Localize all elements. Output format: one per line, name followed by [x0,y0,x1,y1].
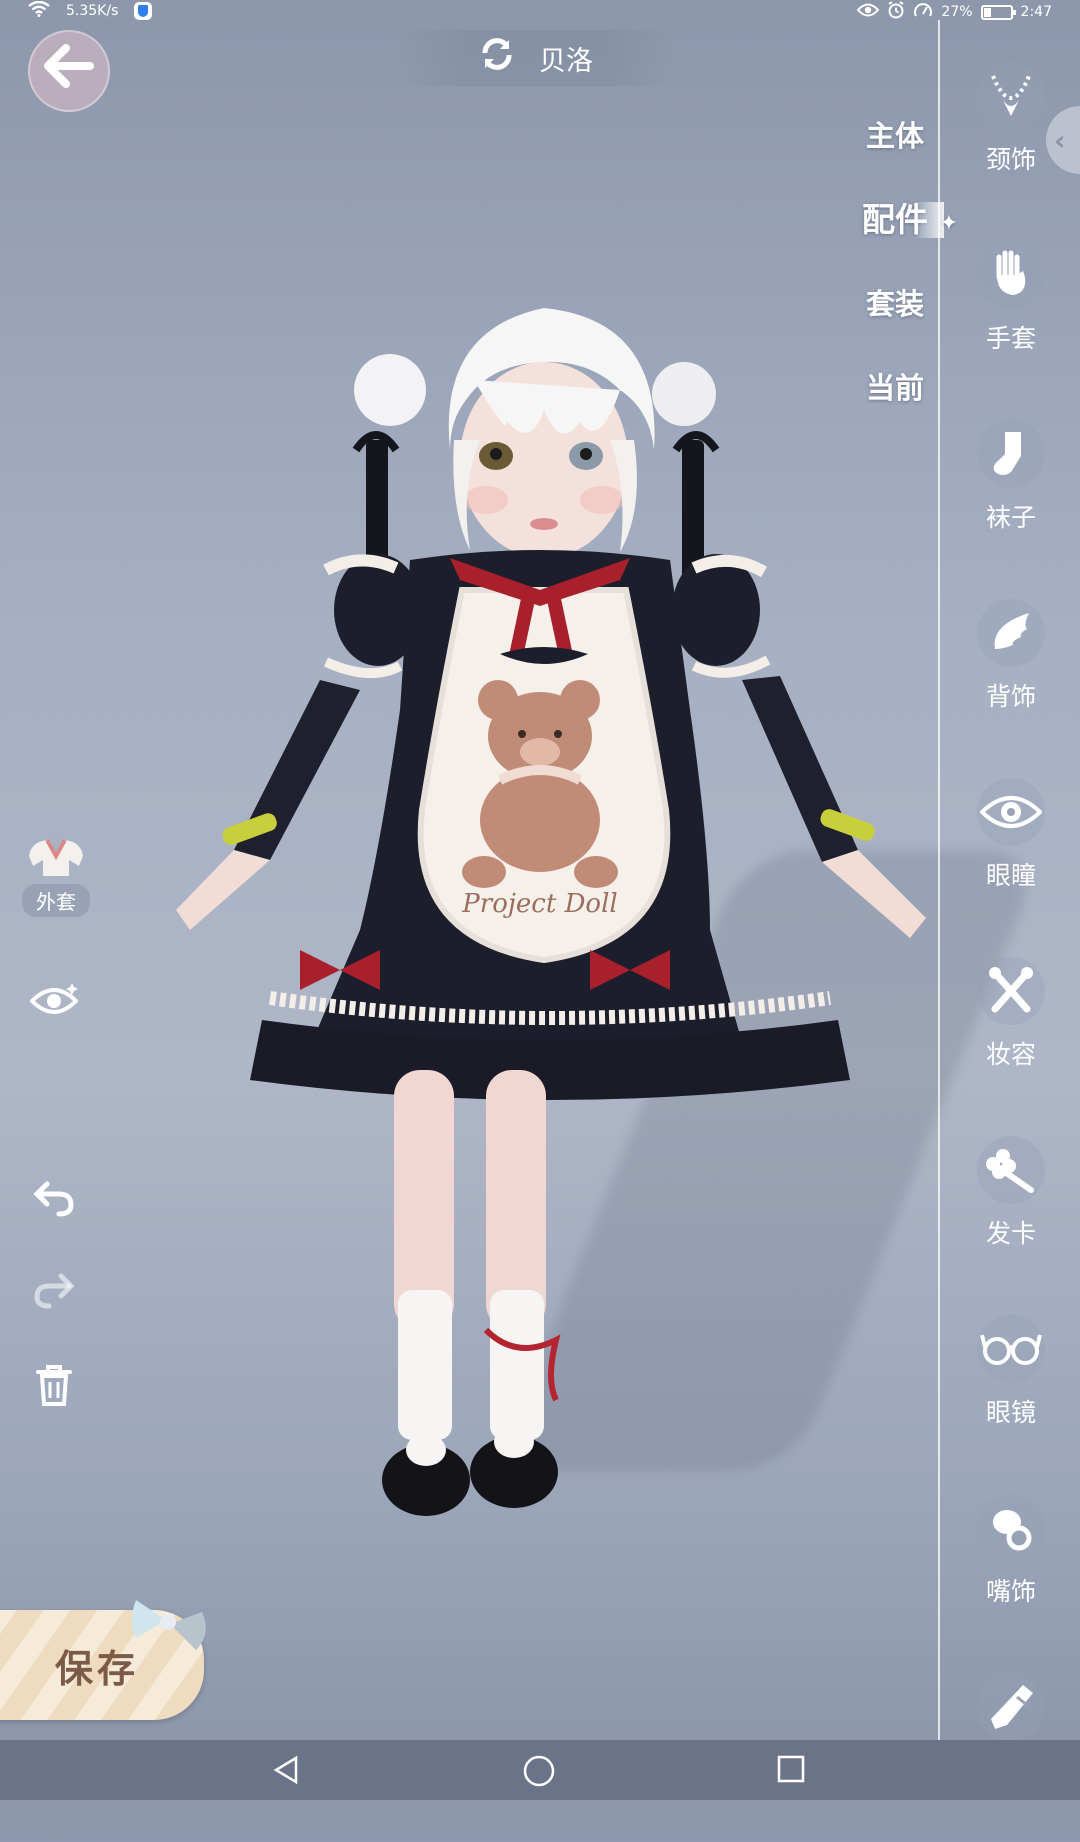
eye-icon [977,778,1045,846]
tab-current[interactable]: 当前 [848,368,942,452]
nav-back-button[interactable] [270,1754,310,1786]
back-button[interactable] [28,30,110,112]
side-item-label: 嘴饰 [985,1577,1036,1606]
nav-recents-button[interactable] [776,1754,816,1786]
status-bar: 5.35K/s 27% 2:47 [0,0,1080,22]
wifi-icon [28,0,50,21]
undo-icon [33,1181,75,1227]
eye-visibility-icon [29,982,79,1026]
refresh-icon [479,36,515,81]
side-item-gloves[interactable]: 手套 [948,231,1074,410]
apron-text: Project Doll [461,889,617,919]
visibility-toggle-button[interactable] [29,982,79,1030]
redo-icon [33,1273,75,1319]
character-name: 贝洛 [539,45,593,77]
side-item-label: 手套 [985,324,1036,353]
side-item-hairpin[interactable]: 发卡 [948,1126,1074,1305]
arm-accessory-icon [977,1673,1045,1741]
character-switch-button[interactable]: 贝洛 [396,30,676,86]
glasses-icon [977,1315,1045,1383]
security-app-icon [134,2,153,20]
undo-button[interactable] [30,1178,78,1226]
side-item-label: 袜子 [985,503,1036,532]
sock-icon [977,420,1045,488]
side-item-socks[interactable]: 袜子 [948,410,1074,589]
trash-icon [34,1365,74,1417]
tab-label: 配件 [862,200,928,239]
tab-label: 主体 [865,119,924,153]
side-item-back-accessory[interactable]: 背饰 [948,589,1074,768]
side-item-necklace[interactable]: 颈饰 [948,52,1074,231]
character-model: Project Doll [150,290,950,1650]
side-item-glasses[interactable]: 眼镜 [948,1305,1074,1484]
side-item-label: 颈饰 [985,145,1036,174]
bow-decoration [126,1594,212,1656]
battery-percent: 27% [941,4,973,20]
system-nav-bar [0,1740,1080,1800]
tab-accessories[interactable]: 配件 ✦ [848,200,958,284]
outerwear-label: 外套 [22,884,90,917]
side-item-pupils[interactable]: 眼瞳 [948,768,1074,947]
side-item-label: 背饰 [985,682,1036,711]
hairpin-icon [977,1136,1045,1204]
delete-button[interactable] [30,1364,78,1412]
panel-divider [938,20,940,1740]
jacket-icon [25,836,87,882]
clock: 2:47 [1020,4,1052,20]
category-tabs: 主体 配件 ✦ 套装 当前 [848,116,958,452]
nav-home-button[interactable] [522,1754,562,1787]
glove-icon [977,241,1045,309]
side-item-label: 眼瞳 [985,861,1036,890]
tab-label: 套装 [865,287,924,321]
outerwear-toggle-button[interactable]: 外套 [18,836,94,917]
tab-outfits[interactable]: 套装 [848,284,942,368]
eye-status-icon [857,3,880,21]
wing-icon [977,599,1045,667]
accessory-list: 颈饰 手套 袜子 背饰 眼瞳 妆容 发卡 眼镜 嘴饰 [948,52,1074,1842]
net-speed: 5.35K/s [66,3,119,19]
necklace-icon [977,62,1045,130]
makeup-brush-icon [977,957,1045,1025]
redo-button[interactable] [30,1270,78,1318]
arrow-left-icon [44,41,94,101]
battery-icon [980,4,1016,20]
alarm-icon [887,1,905,23]
side-item-makeup[interactable]: 妆容 [948,947,1074,1126]
side-item-label: 妆容 [985,1040,1036,1069]
side-item-label: 发卡 [985,1219,1036,1248]
power-saver-icon [913,1,933,23]
sparkle-icon: ✦ [939,211,958,236]
side-item-mouth-accessory[interactable]: 嘴饰 [948,1484,1074,1663]
tab-label: 当前 [865,371,924,405]
side-item-label: 眼镜 [985,1398,1036,1427]
pacifier-icon [977,1494,1045,1562]
tab-main-body[interactable]: 主体 [848,116,942,200]
